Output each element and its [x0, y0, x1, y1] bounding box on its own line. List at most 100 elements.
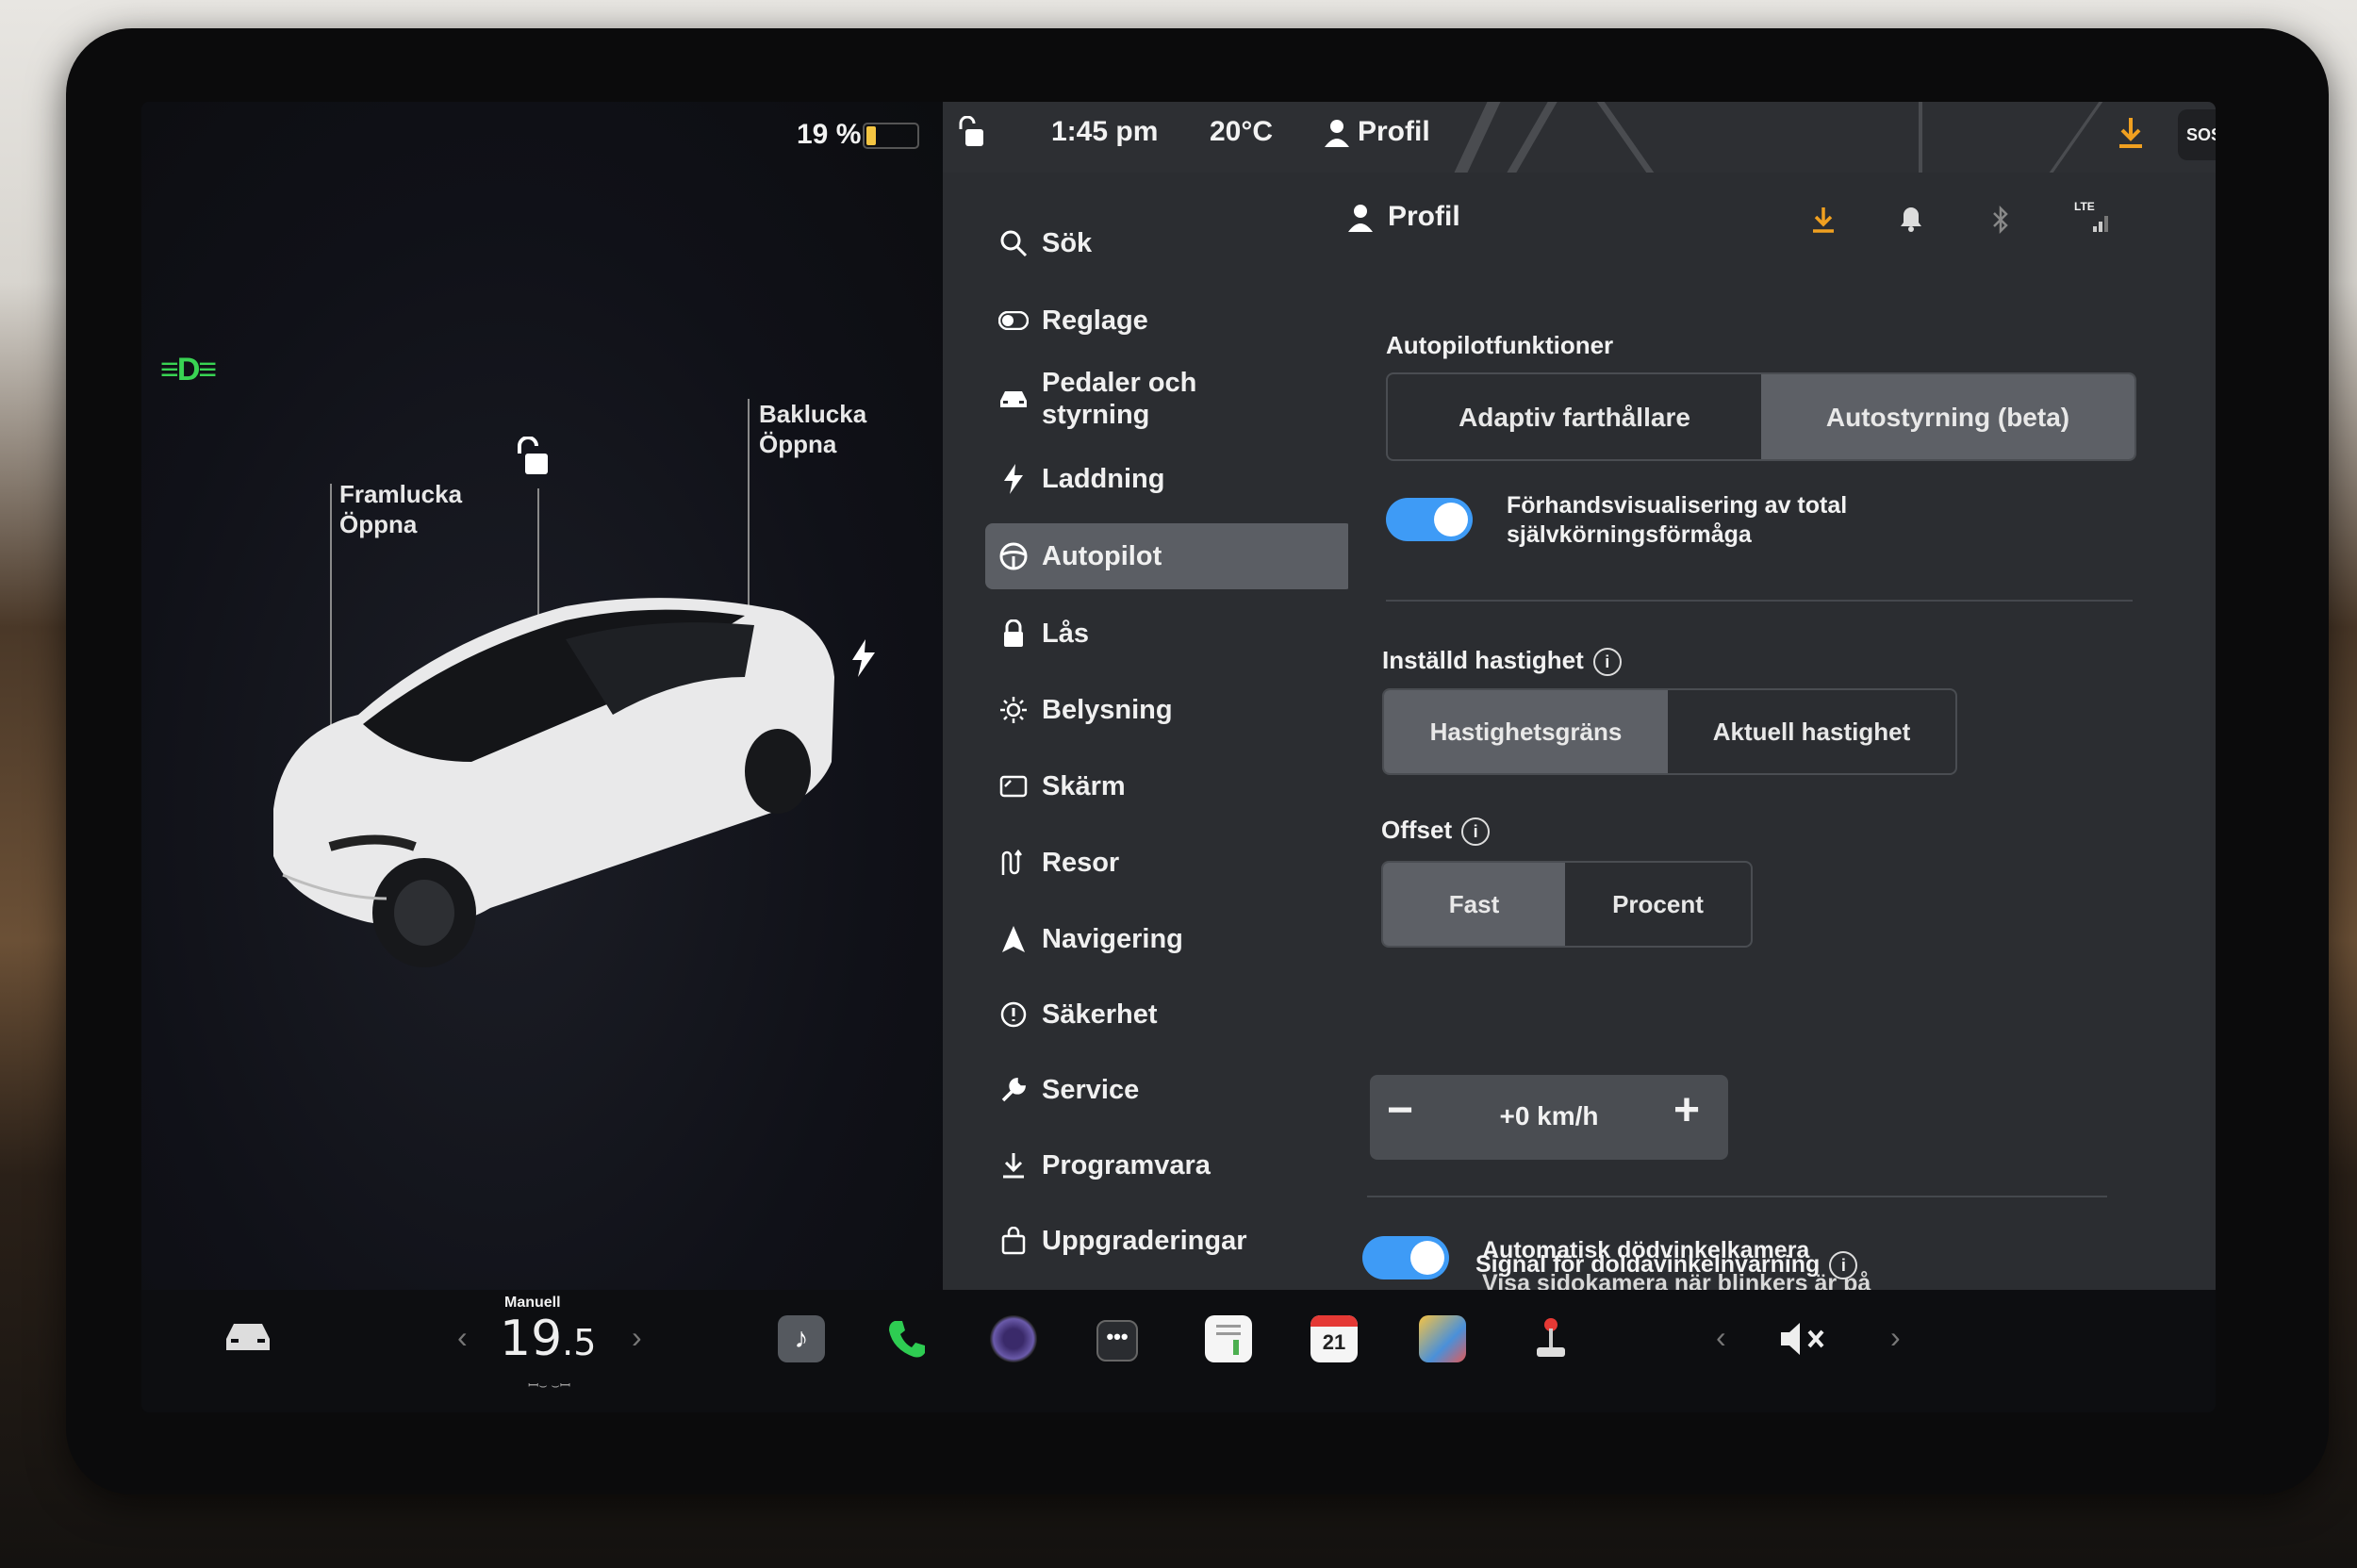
menu-item-reglage[interactable]: Reglage — [985, 288, 1353, 354]
menu-item-label: Pedaler och styrning — [1042, 368, 1197, 430]
frunk-button[interactable]: Framlucka Öppna — [339, 479, 462, 539]
decrease-offset-button[interactable]: − — [1387, 1084, 1413, 1136]
menu-item-uppgraderingar[interactable]: Uppgraderingar — [985, 1208, 1353, 1274]
fsd-preview-label: Förhandsvisualisering av total självkörn… — [1507, 492, 1848, 548]
offset-label: Offset — [1381, 816, 1453, 844]
menu-item-autopilot[interactable]: Autopilot — [985, 523, 1353, 589]
vehicle-image — [255, 573, 858, 974]
calendar-icon[interactable]: 21 — [1310, 1315, 1358, 1362]
unlock-icon[interactable] — [514, 436, 552, 483]
autopilot-settings-panel: Profil LTE Autopilotfunktioner Adaptiv f… — [1348, 173, 2216, 1392]
toybox-icon[interactable] — [1419, 1315, 1466, 1362]
fixed-offset-option[interactable]: Fast — [1383, 863, 1565, 946]
menu-item-label: Laddning — [1042, 464, 1165, 494]
autosteer-option[interactable]: Autostyrning (beta) — [1761, 374, 2134, 459]
offset-title: Offset i — [1381, 816, 1491, 847]
unlock-status-icon[interactable] — [957, 115, 985, 155]
cabin-temperature-value: 19 — [500, 1311, 563, 1367]
more-apps-icon[interactable]: ••• — [1096, 1320, 1138, 1362]
blind-spot-camera-toggle[interactable] — [1362, 1236, 1449, 1279]
battery-percent: 19 % — [797, 119, 862, 150]
steering-wheel-icon — [985, 541, 1042, 571]
settings-menu: Sök Reglage Pedaler och styrning Laddnin… — [943, 173, 1353, 1290]
search-icon — [985, 229, 1042, 257]
lte-signal-icon: LTE — [2074, 200, 2112, 239]
bell-icon[interactable] — [1900, 206, 1922, 237]
arcade-joystick-icon[interactable] — [1527, 1315, 1574, 1362]
calendar-day: 21 — [1322, 1330, 1346, 1354]
menu-item-las[interactable]: Lås — [985, 601, 1353, 667]
temp-up-chevron-icon[interactable]: › — [632, 1320, 642, 1355]
frunk-action: Öppna — [339, 510, 418, 538]
cabin-temperature[interactable]: 19.5 — [500, 1311, 596, 1367]
download-icon[interactable] — [2117, 116, 2145, 155]
info-icon[interactable]: i — [1461, 817, 1491, 847]
profile-icon — [1325, 119, 1349, 152]
volume-up-chevron-icon[interactable]: › — [1890, 1320, 1901, 1355]
lte-label: LTE — [2074, 200, 2095, 213]
lock-icon — [985, 619, 1042, 648]
increase-offset-button[interactable]: + — [1673, 1084, 1700, 1136]
temp-down-chevron-icon[interactable]: ‹ — [457, 1320, 468, 1355]
car-icon[interactable] — [222, 1318, 274, 1361]
seat-heater-icon[interactable]: ꟷ⌣ ⌣ꟷ — [528, 1377, 570, 1395]
sos-button[interactable]: SOS — [2178, 109, 2216, 160]
menu-item-service[interactable]: Service — [985, 1057, 1353, 1123]
profile-icon — [1348, 204, 1373, 237]
energy-icon[interactable] — [1205, 1315, 1252, 1362]
trunk-button[interactable]: Baklucka Öppna — [759, 399, 866, 459]
navigation-icon — [985, 926, 1042, 952]
touchscreen: 19 % ≡D≡ Framlucka Öppna Baklucka Öppna — [141, 102, 2216, 1412]
safety-icon — [985, 1000, 1042, 1029]
trunk-label: Baklucka — [759, 400, 867, 428]
car-icon — [985, 388, 1042, 410]
profile-title[interactable]: Profil — [1388, 201, 1460, 233]
autopilot-features-title: Autopilotfunktioner — [1386, 331, 1614, 359]
bolt-icon — [985, 464, 1042, 494]
download-icon[interactable] — [1810, 206, 1837, 239]
menu-item-belysning[interactable]: Belysning — [985, 677, 1353, 743]
info-icon[interactable]: i — [1829, 1251, 1858, 1280]
menu-item-laddning[interactable]: Laddning — [985, 446, 1353, 512]
divider — [1367, 1196, 2107, 1197]
set-speed-selector: Hastighetsgräns Aktuell hastighet — [1382, 688, 1957, 775]
speed-limit-option[interactable]: Hastighetsgräns — [1384, 690, 1668, 773]
status-bar: 1:45 pm 20°C Profil SOS — [943, 102, 2216, 189]
battery-icon — [863, 123, 919, 149]
adaptive-cruise-option[interactable]: Adaptiv farthållare — [1388, 374, 1761, 459]
profile-button[interactable]: Profil — [1358, 116, 1430, 148]
menu-item-pedaler[interactable]: Pedaler och styrning — [985, 361, 1353, 437]
menu-item-label: Programvara — [1042, 1150, 1211, 1180]
menu-item-label: Reglage — [1042, 305, 1148, 336]
percent-offset-option[interactable]: Procent — [1565, 863, 1751, 946]
menu-item-label: Lås — [1042, 619, 1089, 649]
autopilot-features-selector: Adaptiv farthållare Autostyrning (beta) — [1386, 372, 2136, 461]
menu-item-programvara[interactable]: Programvara — [985, 1132, 1353, 1198]
phone-icon[interactable] — [883, 1315, 931, 1362]
current-speed-option[interactable]: Aktuell hastighet — [1668, 690, 1955, 773]
offset-stepper: +0 km/h − + — [1370, 1075, 1728, 1160]
info-icon[interactable]: i — [1592, 648, 1622, 677]
menu-item-label: Resor — [1042, 848, 1120, 878]
menu-item-skarm[interactable]: Skärm — [985, 753, 1353, 819]
menu-item-label: Skärm — [1042, 771, 1126, 801]
wrench-icon — [985, 1076, 1042, 1104]
fsd-preview-toggle[interactable] — [1386, 498, 1473, 541]
menu-item-label: Navigering — [1042, 924, 1183, 954]
bluetooth-icon[interactable] — [1991, 205, 2010, 239]
menu-item-navigering[interactable]: Navigering — [985, 906, 1353, 972]
set-speed-label: Inställd hastighet — [1382, 646, 1584, 674]
mute-icon[interactable] — [1777, 1318, 1830, 1364]
display-icon — [985, 775, 1042, 798]
menu-item-sakerhet[interactable]: Säkerhet — [985, 982, 1353, 1048]
download-icon — [985, 1151, 1042, 1180]
blind-spot-chime-label: Signal för doldavinkelnvarning i — [1475, 1250, 1858, 1280]
headlight-indicator-icon: ≡D≡ — [160, 352, 217, 388]
trunk-action: Öppna — [759, 430, 837, 458]
menu-item-label: Service — [1042, 1075, 1140, 1105]
volume-down-chevron-icon[interactable]: ‹ — [1716, 1320, 1726, 1355]
music-icon[interactable]: ♪ — [778, 1315, 825, 1362]
menu-item-sok[interactable]: Sök — [985, 210, 1353, 276]
menu-item-resor[interactable]: Resor — [985, 830, 1353, 896]
camera-icon[interactable] — [990, 1315, 1037, 1362]
